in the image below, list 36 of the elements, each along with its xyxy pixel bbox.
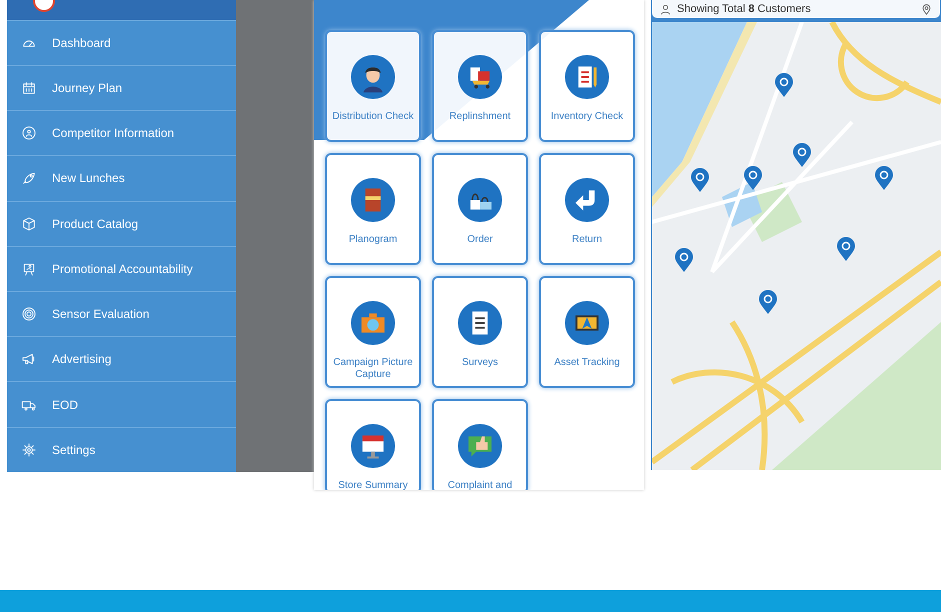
- bag-icon: [457, 177, 503, 223]
- map-pin-icon[interactable]: [837, 237, 855, 261]
- notepad-icon: [564, 54, 610, 100]
- storefront-icon: [350, 423, 396, 469]
- module-tile[interactable]: Distribution Check: [325, 30, 421, 142]
- camera-icon: [350, 300, 396, 346]
- map-pin-icon[interactable]: [775, 73, 793, 97]
- module-tile[interactable]: Replinshment: [432, 30, 528, 142]
- map-pin-icon[interactable]: [675, 248, 693, 272]
- pin-icon: [921, 4, 932, 14]
- module-tile[interactable]: Campaign Picture Capture: [325, 276, 421, 388]
- module-tile[interactable]: Inventory Check: [539, 30, 635, 142]
- calendar-icon: [21, 80, 37, 96]
- module-tile[interactable]: Store Summary: [325, 399, 421, 490]
- box-icon: [21, 216, 37, 232]
- thumbs-up-icon: [457, 423, 503, 469]
- shelf-icon: [350, 177, 396, 223]
- navigation-icon: [564, 300, 610, 346]
- settings-icon: [21, 442, 37, 458]
- target-icon: [21, 306, 37, 322]
- module-tile[interactable]: Planogram: [325, 153, 421, 265]
- checklist-icon: [457, 300, 503, 346]
- cart-icon: [457, 54, 503, 100]
- module-tile[interactable]: Asset Tracking: [539, 276, 635, 388]
- search-field[interactable]: Showing Total 8 Customers: [652, 0, 940, 18]
- module-tile[interactable]: Complaint and: [432, 399, 528, 490]
- person-icon: [660, 4, 671, 14]
- module-tile[interactable]: Surveys: [432, 276, 528, 388]
- map-pin-icon[interactable]: [744, 166, 762, 190]
- map-pin-icon[interactable]: [793, 143, 811, 167]
- map-pin-icon[interactable]: [691, 168, 709, 192]
- module-tile[interactable]: Return: [539, 153, 635, 265]
- module-tile[interactable]: Order: [432, 153, 528, 265]
- map-pin-icon[interactable]: [875, 166, 893, 190]
- person-icon: [350, 54, 396, 100]
- map-pin-icon[interactable]: [759, 290, 777, 314]
